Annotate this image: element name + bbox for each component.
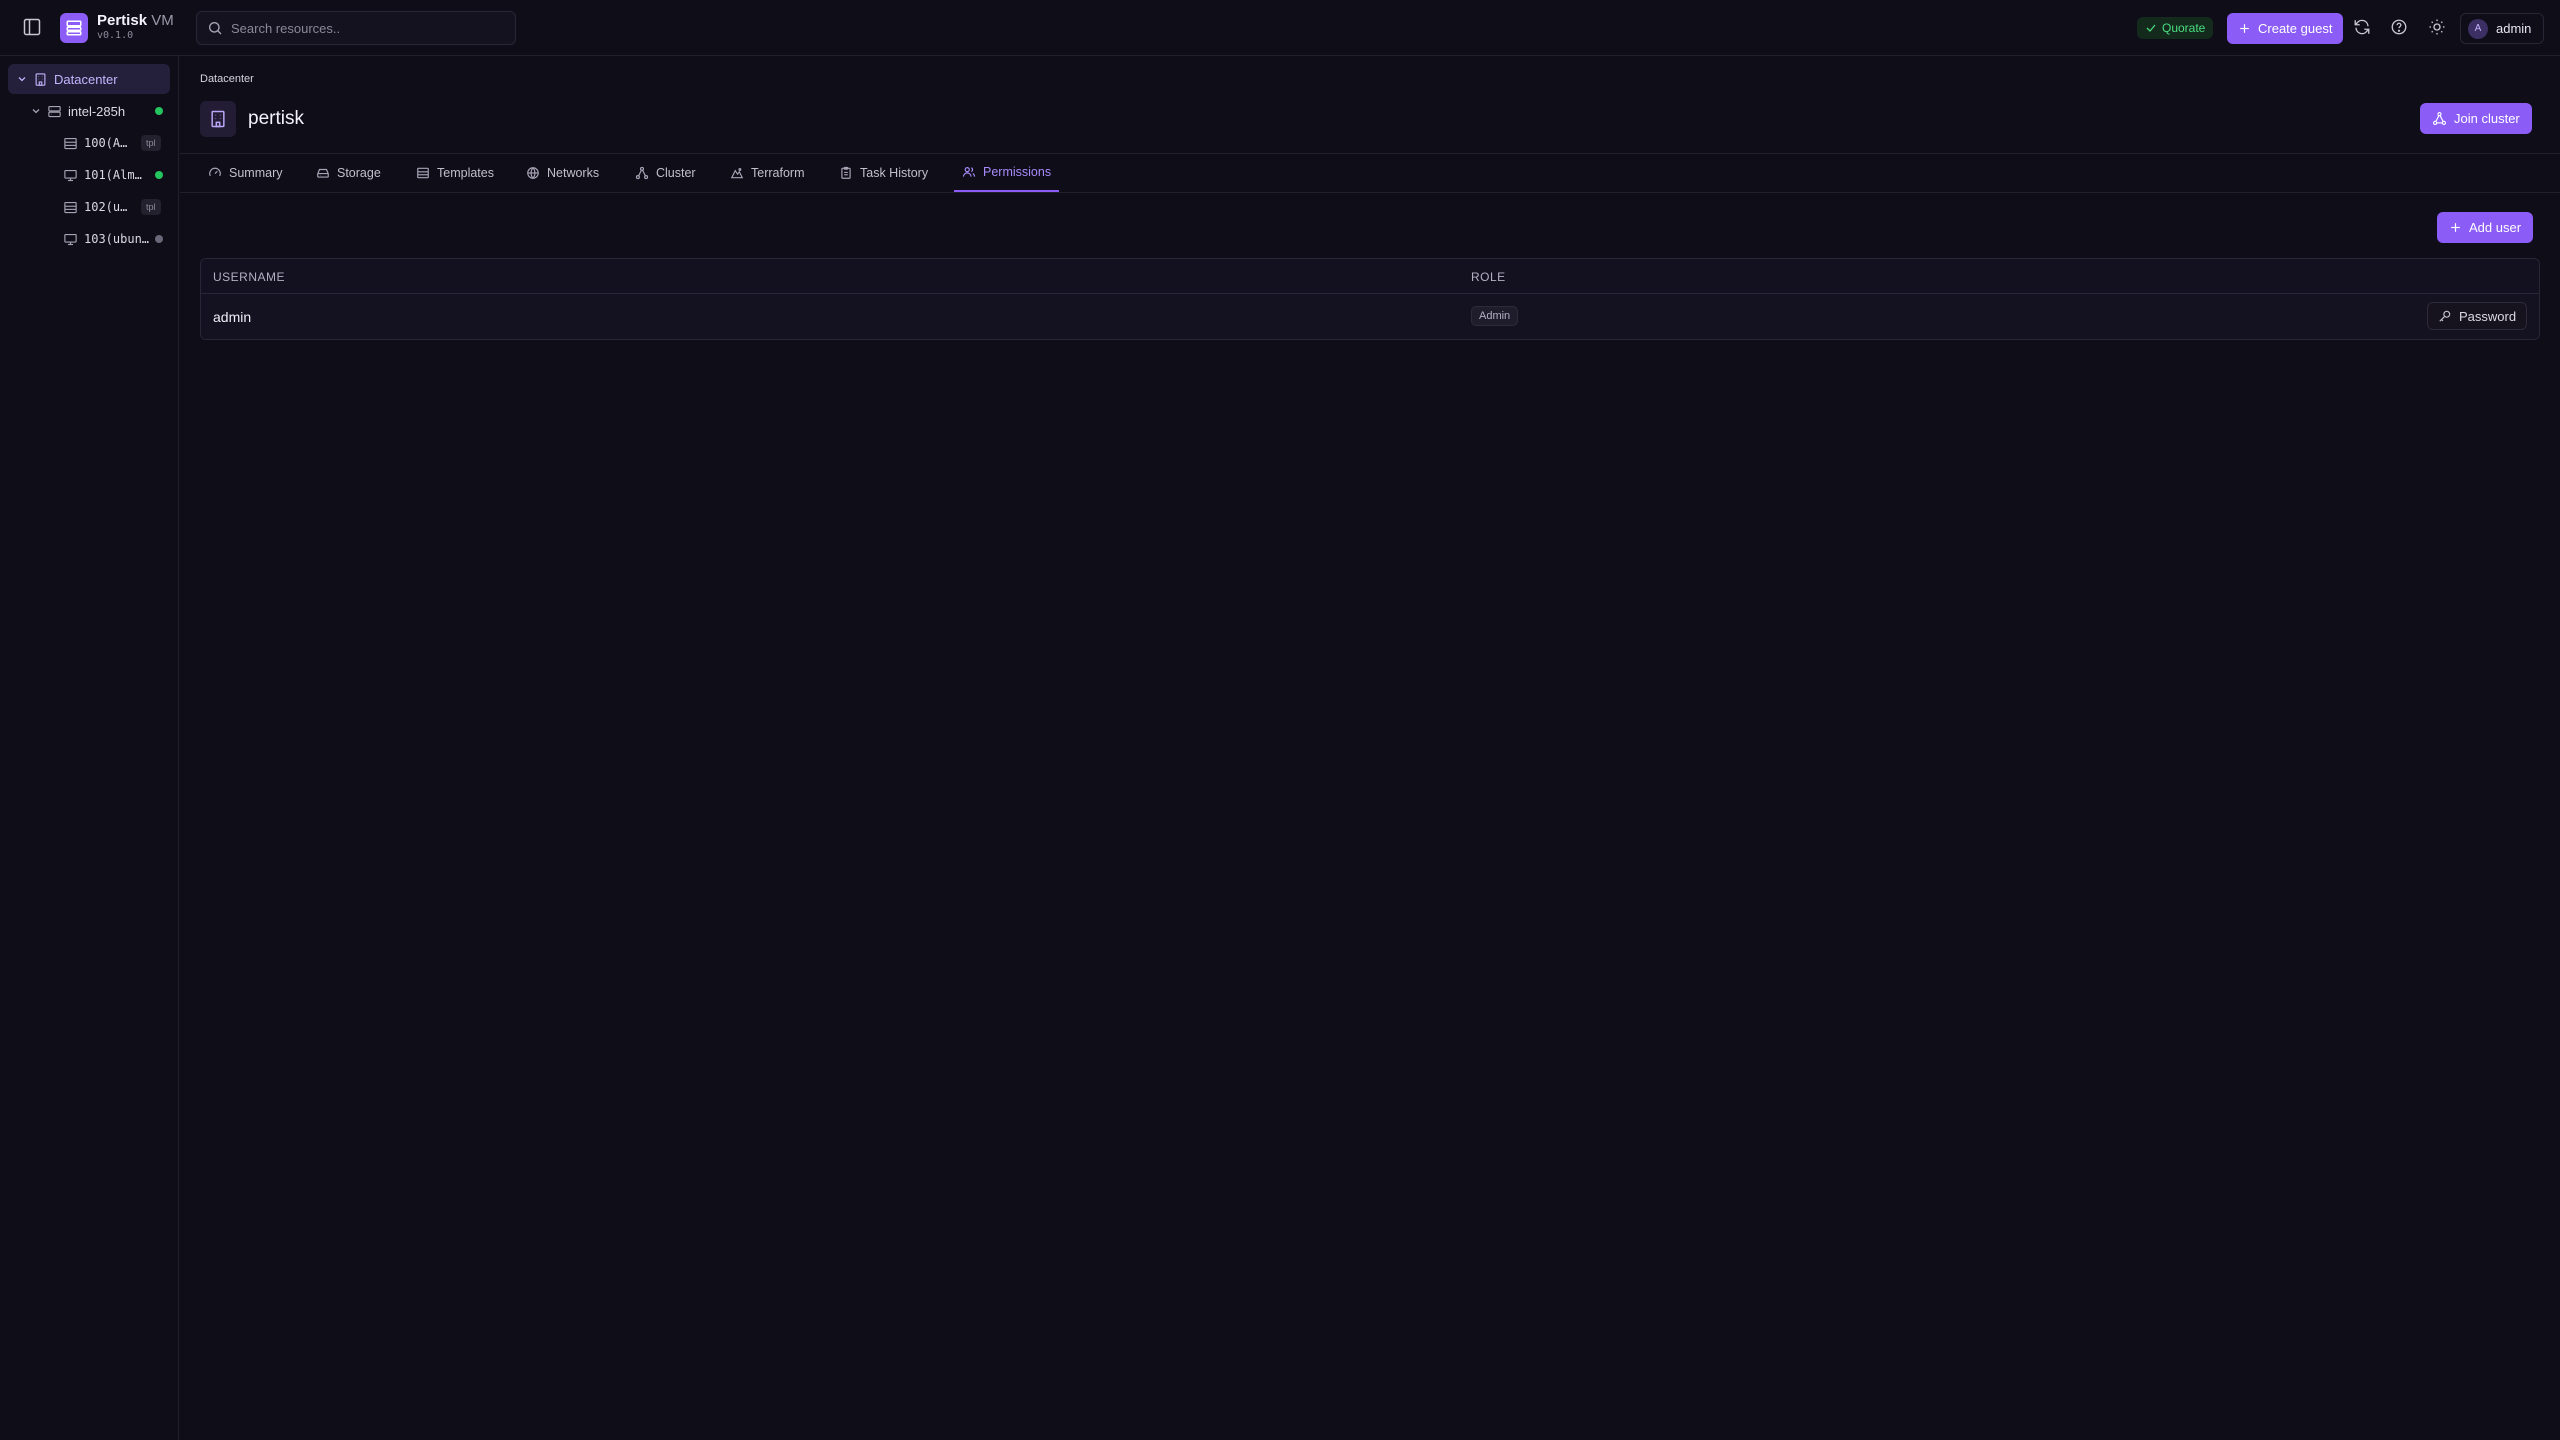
search-icon [207,20,223,36]
quorate-label: Quorate [2162,21,2206,35]
change-password-button[interactable]: Password [2427,302,2528,330]
join-cluster-label: Join cluster [2454,111,2520,126]
avatar: A [2468,18,2488,39]
chevron-down-icon[interactable] [16,73,28,85]
network-icon [635,166,649,180]
search-input[interactable] [231,20,501,36]
status-dot-online [155,107,163,115]
role-badge: Admin [1471,306,1519,326]
column-header-role: ROLE [1471,270,1506,284]
app-name: Pertisk VM [97,12,174,29]
tree-item-label: 102(u… [84,200,128,214]
create-guest-button[interactable]: Create guest [2227,13,2344,44]
column-header-username: USERNAME [213,270,286,284]
tab-storage[interactable]: Storage [316,154,381,192]
clipboard-icon [839,166,853,180]
building-icon [200,101,236,137]
tab-task-history[interactable]: Task History [839,154,928,192]
template-badge: tpl [141,135,161,151]
tree-item-label: Datacenter [54,71,118,87]
tab-templates[interactable]: Templates [416,154,494,192]
tab-networks[interactable]: Networks [526,154,599,192]
tab-terraform[interactable]: Terraform [730,154,804,192]
breadcrumb[interactable]: Datacenter [200,73,254,85]
tab-label: Permissions [983,165,1052,179]
create-guest-label: Create guest [2258,21,2333,36]
tree-item-label: intel-285h [68,103,126,119]
monitor-icon [63,168,78,183]
check-icon [2146,24,2156,32]
app-version: v0.1.0 [97,30,134,41]
tree-item-label: 100(A… [84,136,128,150]
users-icon [962,165,976,179]
tab-label: Task History [860,166,929,180]
table-row: admin Admin Password [201,294,2539,339]
tab-summary[interactable]: Summary [208,154,282,192]
resource-tree-sidebar: Datacenter intel-285h 100(A… tpl 101(Alm… [0,56,179,1440]
server-icon [47,104,62,119]
chevron-down-icon[interactable] [30,105,42,117]
page-title: pertisk [248,108,304,129]
password-button-label: Password [2459,308,2517,324]
refresh-icon[interactable] [2353,18,2373,38]
template-icon [63,200,78,215]
add-user-label: Add user [2469,220,2522,235]
search-box[interactable] [196,11,516,45]
user-name: admin [2496,21,2532,36]
terraform-icon [730,166,744,180]
tab-permissions[interactable]: Permissions [954,154,1060,192]
app-name-main: Pertisk [97,12,148,29]
status-dot-running [155,171,163,179]
app-logo-icon [60,13,88,43]
quorate-status-badge: Quorate [2137,17,2214,39]
tab-label: Templates [437,166,494,180]
tab-label: Networks [547,166,600,180]
add-user-button[interactable]: Add user [2437,212,2534,243]
join-cluster-button[interactable]: Join cluster [2420,103,2532,134]
network-icon [2433,112,2446,125]
username-cell: admin [213,309,252,325]
key-icon [2438,309,2452,323]
tab-bar: Summary Storage Templates Networks Clust… [180,153,2560,193]
tree-item-label: 101(Alm… [84,168,142,182]
tab-cluster[interactable]: Cluster [635,154,696,192]
help-icon[interactable] [2390,18,2410,38]
tab-label: Terraform [751,166,805,180]
app-name-suffix: VM [151,12,174,29]
plus-icon [2451,223,2460,232]
status-dot-stopped [155,235,163,243]
tab-label: Cluster [656,166,696,180]
globe-icon [526,166,540,180]
tab-label: Summary [229,166,283,180]
monitor-icon [63,232,78,247]
plus-icon [2240,24,2249,33]
building-icon [33,72,48,87]
tab-label: Storage [337,166,381,180]
theme-toggle-icon[interactable] [2428,18,2448,38]
table-header: USERNAME ROLE [201,259,2539,294]
tree-item-datacenter[interactable]: Datacenter [8,64,170,94]
user-menu[interactable]: A admin [2460,13,2544,44]
template-badge: tpl [141,199,161,215]
template-icon [63,136,78,151]
tree-item-label: 103(ubun… [84,232,150,246]
sidebar-toggle-icon[interactable] [22,17,42,37]
gauge-icon [208,166,222,180]
hard-drive-icon [316,166,330,180]
top-bar: Pertisk VM v0.1.0 Quorate Create guest A… [0,0,2560,56]
users-table: USERNAME ROLE admin Admin Password [200,258,2540,340]
template-icon [416,166,430,180]
tree-item-node[interactable]: intel-285h [22,96,170,126]
